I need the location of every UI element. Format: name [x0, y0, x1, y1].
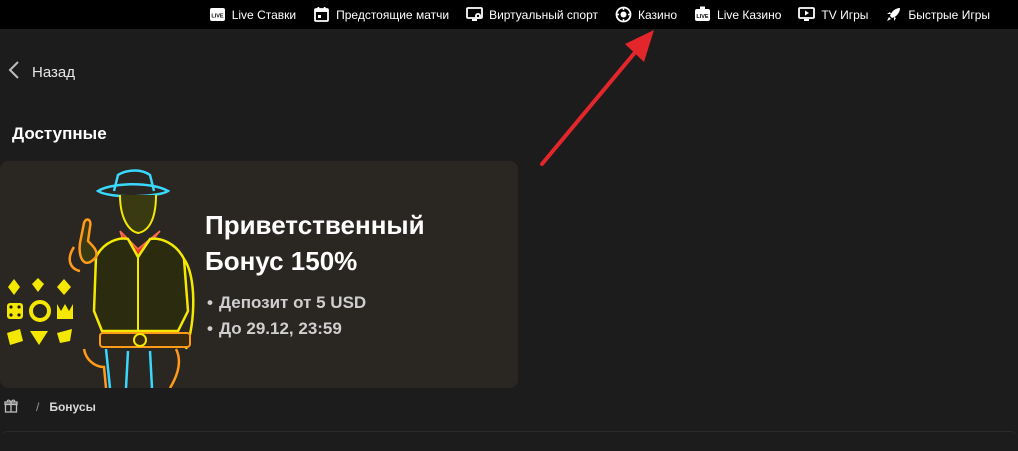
suit-symbols — [7, 278, 73, 345]
casino-chip-icon — [615, 6, 632, 23]
nav-item-live-casino[interactable]: LIVE Live Казино — [694, 6, 781, 23]
nav-item-label: Виртуальный спорт — [489, 7, 598, 22]
welcome-bonus-card[interactable]: Приветственный Бонус 150% • Депозит от 5 … — [0, 161, 518, 388]
nav-item-label: Live Казино — [717, 7, 782, 22]
nav-item-virtual-sport[interactable]: Виртуальный спорт — [466, 6, 598, 23]
top-nav-bar: LIVE Live Ставки Предстоящие матчи Вирту… — [0, 0, 1018, 29]
back-label: Назад — [32, 63, 75, 81]
bonus-detail-text: Депозит от 5 USD — [218, 293, 367, 312]
bullet: • — [207, 293, 213, 312]
nav-item-label: TV Игры — [821, 7, 869, 22]
breadcrumb-current: Бонусы — [49, 400, 96, 414]
cowboy-figure — [68, 169, 195, 388]
breadcrumb-separator: / — [36, 400, 40, 414]
nav-item-tv-games[interactable]: TV Игры — [798, 6, 868, 23]
bonus-detail-text: До 29.12, 23:59 — [218, 319, 342, 338]
bonus-title: Приветственный Бонус 150% — [205, 210, 425, 276]
annotation-arrow — [540, 30, 654, 166]
back-button[interactable]: Назад — [8, 58, 75, 86]
nav-item-label: Быстрые Игры — [908, 7, 990, 22]
section-title: Доступные — [12, 124, 107, 143]
nav-item-casino[interactable]: Казино — [615, 6, 677, 23]
svg-text:LIVE: LIVE — [696, 14, 709, 20]
nav-item-upcoming-matches[interactable]: Предстоящие матчи — [313, 6, 449, 23]
nav-item-label: Предстоящие матчи — [336, 7, 450, 22]
nav-item-live-bets[interactable]: LIVE Live Ставки — [209, 6, 296, 23]
bottom-panel — [0, 431, 1018, 451]
rocket-icon — [885, 6, 902, 23]
tv-icon — [798, 6, 816, 23]
gift-icon[interactable] — [4, 399, 18, 416]
live-icon: LIVE — [209, 6, 226, 23]
neon-cowboy-illustration — [7, 169, 195, 388]
bonus-detail-deposit: • Депозит от 5 USD — [207, 293, 366, 313]
nav-item-label: Live Ставки — [231, 7, 297, 22]
virtual-sport-icon — [466, 6, 483, 23]
calendar-icon — [313, 6, 330, 23]
svg-text:LIVE: LIVE — [211, 14, 224, 20]
bonus-detail-deadline: • До 29.12, 23:59 — [207, 319, 342, 339]
chevron-left-icon — [8, 60, 20, 85]
live-casino-icon: LIVE — [694, 6, 711, 23]
bullet: • — [207, 319, 213, 338]
nav-item-label: Казино — [637, 7, 678, 22]
nav-item-fast-games[interactable]: Быстрые Игры — [885, 6, 990, 23]
breadcrumb: / Бонусы — [4, 398, 96, 416]
